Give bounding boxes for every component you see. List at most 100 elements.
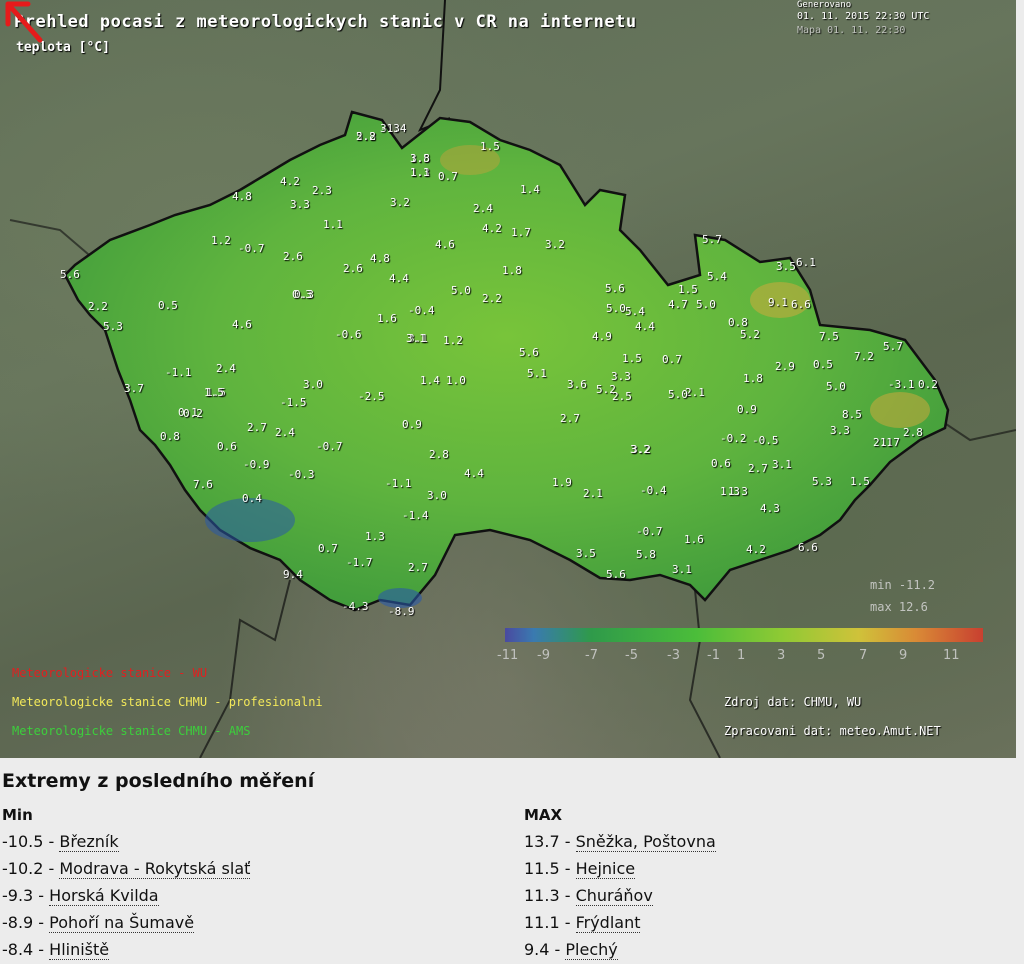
data-processing: Zpracovani dat: meteo.Amut.NET: [724, 724, 941, 738]
station-temperature-label: 4.8: [232, 190, 252, 203]
station-temperature-label: 1.0: [446, 374, 466, 387]
station-link[interactable]: Frýdlant: [575, 913, 641, 933]
station-temperature-label: 4.7: [668, 298, 688, 311]
station-link[interactable]: Březník: [59, 832, 119, 852]
station-temperature-label: -0.7: [238, 242, 265, 255]
station-temperature-label: 0.8: [160, 430, 180, 443]
station-temperature-label: 4.8: [370, 252, 390, 265]
max-row: 11.1 - Frýdlant: [524, 913, 641, 933]
extreme-value: -10.2 -: [2, 859, 60, 878]
station-temperature-label: 5.4: [625, 305, 645, 318]
station-temperature-label: 1.3: [365, 530, 385, 543]
weather-map: Prehled pocasi z meteorologickych stanic…: [0, 0, 1016, 758]
scale-label: 1: [737, 648, 746, 663]
station-temperature-label: 3.7: [124, 382, 144, 395]
temperature-scale-labels: -11 -9 -7 -5 -3 -1 1 3 5 7 9 11: [497, 648, 977, 666]
station-temperature-label: 1.5: [850, 475, 870, 488]
station-temperature-label: 3.2: [545, 238, 565, 251]
generated-label: Generovano: [797, 0, 852, 10]
station-temperature-label: -0.9: [243, 458, 270, 471]
station-temperature-label: 1.1: [410, 166, 430, 179]
station-temperature-label: 1.4: [420, 374, 440, 387]
station-temperature-label: -0.3: [288, 468, 315, 481]
station-temperature-label: -1.7: [346, 556, 373, 569]
station-temperature-label: 2.9: [775, 360, 795, 373]
station-temperature-label: 3.8: [410, 152, 430, 165]
station-temperature-label: -1.1: [165, 366, 192, 379]
station-temperature-label: 5.1: [527, 367, 547, 380]
station-temperature-label: 3.1: [406, 332, 426, 345]
station-temperature-label: -0.7: [316, 440, 343, 453]
max-row: 13.7 - Sněžka, Poštovna: [524, 832, 716, 852]
station-temperature-label: -3.1: [888, 378, 915, 391]
station-temperature-label: 5.6: [605, 282, 625, 295]
station-temperature-label: 5.7: [883, 340, 903, 353]
station-temperature-label: 4.6: [435, 238, 455, 251]
station-temperature-label: 1.1: [323, 218, 343, 231]
station-temperature-label: 1.3: [728, 485, 748, 498]
station-temperature-label: 3.2: [631, 443, 651, 456]
station-link[interactable]: Churáňov: [575, 886, 653, 906]
station-temperature-label: 2.3: [312, 184, 332, 197]
station-temperature-label: 0.4: [242, 492, 262, 505]
station-temperature-label: 1.5: [622, 352, 642, 365]
extreme-value: -10.5 -: [2, 832, 60, 851]
station-temperature-label: 1.8: [743, 372, 763, 385]
map-date: Mapa 01. 11. 22:30: [797, 25, 906, 36]
station-temperature-label: 1.4: [520, 183, 540, 196]
arrow-icon: [5, 1, 43, 43]
extremes-section: Extremy z posledního měření Min MAX -10.…: [0, 758, 1024, 964]
station-temperature-label: 1.6: [377, 312, 397, 325]
station-temperature-label: 3.2: [390, 196, 410, 209]
station-link[interactable]: Modrava - Rokytská slať: [59, 859, 251, 879]
scale-label: -3: [667, 648, 680, 663]
scale-label: -1: [707, 648, 720, 663]
extreme-value: -8.9 -: [2, 913, 50, 932]
station-temperature-label: -0.2: [720, 432, 747, 445]
station-link[interactable]: Hliniště: [49, 940, 110, 960]
legend-chmu-professional: Meteorologicke stanice CHMU - profesiona…: [12, 695, 323, 709]
station-temperature-label: 5.0: [606, 302, 626, 315]
extreme-value: 13.7 -: [524, 832, 576, 851]
station-temperature-label: -0.4: [408, 304, 435, 317]
station-temperature-label: 2.7: [560, 412, 580, 425]
station-temperature-label: 7.5: [819, 330, 839, 343]
station-link[interactable]: Pohoří na Šumavě: [49, 913, 195, 933]
station-temperature-label: 6.1: [796, 256, 816, 269]
station-temperature-label: 5.2: [740, 328, 760, 341]
scale-label: -7: [585, 648, 598, 663]
scale-label: 5: [817, 648, 826, 663]
station-temperature-label: 4.9: [592, 330, 612, 343]
station-link[interactable]: Horská Kvilda: [49, 886, 159, 906]
station-link[interactable]: Plechý: [565, 940, 618, 960]
min-row: -10.2 - Modrava - Rokytská slať: [2, 859, 251, 879]
station-temperature-label: 5.7: [702, 233, 722, 246]
min-row: -8.4 - Hliniště: [2, 940, 110, 960]
station-temperature-label: 1.5: [480, 140, 500, 153]
scale-label: 11: [943, 648, 960, 663]
station-temperature-label: 3.3: [830, 424, 850, 437]
min-row: -10.5 - Březník: [2, 832, 119, 852]
station-temperature-label: 4.2: [746, 543, 766, 556]
station-temperature-label: 1.8: [502, 264, 522, 277]
station-temperature-label: 9.4: [283, 568, 303, 581]
station-temperature-label: 3.5: [576, 547, 596, 560]
station-temperature-label: -1.5: [280, 396, 307, 409]
station-temperature-label: 4.6: [232, 318, 252, 331]
neighbor-border-line: [939, 419, 1016, 442]
station-temperature-label: 5.6: [60, 268, 80, 281]
station-temperature-label: 5.3: [812, 475, 832, 488]
min-header: Min: [2, 806, 33, 824]
station-temperature-label: 5.0: [696, 298, 716, 311]
min-row: -8.9 - Pohoří na Šumavě: [2, 913, 195, 933]
station-temperature-label: 2.2: [356, 130, 376, 143]
station-temperature-label: 0.7: [318, 542, 338, 555]
station-temperature-label: 5.0: [668, 388, 688, 401]
station-temperature-label: 2.7: [247, 421, 267, 434]
station-link[interactable]: Sněžka, Poštovna: [575, 832, 716, 852]
station-link[interactable]: Hejnice: [575, 859, 636, 879]
min-row: -9.3 - Horská Kvilda: [2, 886, 159, 906]
warm-area: [870, 392, 930, 428]
station-temperature-label: 2.1: [583, 487, 603, 500]
station-temperature-label: 0.5: [813, 358, 833, 371]
